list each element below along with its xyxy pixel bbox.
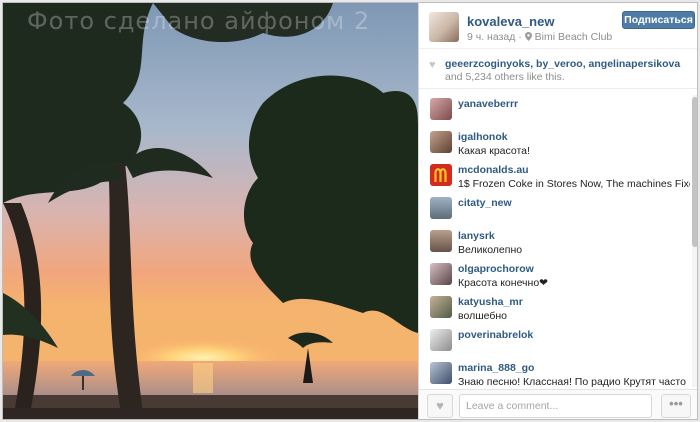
comment-item: lanysrk Великолепно: [419, 227, 691, 259]
commenter-avatar[interactable]: [430, 329, 452, 351]
commenter-username[interactable]: citaty_new: [458, 197, 512, 209]
comment-item: olgaprochorow Красота конечно❤: [419, 260, 691, 292]
comment-list[interactable]: yanaveberrr igalhonok Какая красота! mcd…: [419, 95, 691, 388]
commenter-avatar[interactable]: [430, 362, 452, 384]
commenter-avatar[interactable]: [430, 296, 452, 318]
post-viewer: Фото сделано айфоном 2 kovaleva_new 9 ч.…: [2, 2, 698, 420]
comment-text: Великолепно: [458, 244, 523, 256]
comment-item: citaty_new: [419, 194, 691, 226]
commenter-username[interactable]: olgaprochorow: [458, 263, 534, 275]
likes-count: 5,234: [465, 71, 492, 83]
post-meta: 9 ч. назад · Bimi Beach Club: [467, 31, 612, 43]
post-photo[interactable]: Фото сделано айфоном 2: [3, 3, 418, 419]
comment-item: yanaveberrr: [419, 95, 691, 127]
pin-icon: [524, 31, 535, 43]
commenter-avatar[interactable]: [430, 263, 452, 285]
heart-icon: ♥: [429, 59, 436, 71]
mcdonalds-logo-avatar[interactable]: [430, 164, 452, 186]
comment-text: волшебно: [458, 310, 507, 322]
comment-item: mcdonalds.au 1$ Frozen Coke in Stores No…: [419, 161, 691, 193]
comments-scrollbar[interactable]: [692, 95, 697, 387]
scrollbar-thumb[interactable]: [692, 97, 697, 247]
comment-item: marina_888_go Знаю песню! Классная! По р…: [419, 359, 691, 391]
commenter-avatar[interactable]: [430, 230, 452, 252]
sunset-beach-photo: [3, 3, 418, 419]
commenter-username[interactable]: marina_888_go: [458, 362, 534, 374]
photo-watermark: Фото сделано айфоном 2: [27, 7, 371, 35]
golden-arches-icon: [434, 168, 447, 182]
comment-item: katyusha_mr волшебно: [419, 293, 691, 325]
comment-bar: ♥ •••: [419, 389, 697, 419]
commenter-avatar[interactable]: [430, 197, 452, 219]
comment-text: Красота конечно❤: [458, 277, 548, 289]
commenter-username[interactable]: poverinabrelok: [458, 329, 533, 341]
more-options-button[interactable]: •••: [661, 394, 691, 418]
post-time[interactable]: 9 ч. назад: [467, 31, 515, 43]
comment-input[interactable]: [459, 394, 652, 418]
commenter-username[interactable]: yanaveberrr: [458, 98, 518, 110]
heart-icon: ♥: [436, 398, 444, 413]
author-avatar[interactable]: [429, 12, 459, 42]
commenter-username[interactable]: katyusha_mr: [458, 296, 523, 308]
likes-summary: ♥ geeerzcoginyoks, by_veroo, angelinaper…: [419, 53, 697, 89]
liker-names[interactable]: geeerzcoginyoks, by_veroo, angelinapersi…: [445, 58, 680, 70]
likes-and: and: [445, 71, 466, 83]
follow-button[interactable]: Подписаться: [622, 11, 695, 29]
commenter-avatar[interactable]: [430, 131, 452, 153]
commenter-avatar[interactable]: [430, 98, 452, 120]
likes-text: geeerzcoginyoks, by_veroo, angelinapersi…: [445, 58, 693, 84]
comment-text: Знаю песню! Классная! По радио Крутят ча…: [458, 376, 686, 388]
commenter-username[interactable]: mcdonalds.au: [458, 164, 529, 176]
comment-item: igalhonok Какая красота!: [419, 128, 691, 160]
like-button[interactable]: ♥: [427, 394, 453, 418]
commenter-username[interactable]: igalhonok: [458, 131, 508, 143]
post-header: kovaleva_new 9 ч. назад · Bimi Beach Clu…: [419, 3, 697, 49]
post-location[interactable]: Bimi Beach Club: [535, 31, 613, 43]
comment-text: Какая красота!: [458, 145, 530, 157]
author-username[interactable]: kovaleva_new: [467, 14, 554, 29]
commenter-username[interactable]: lanysrk: [458, 230, 495, 242]
comment-text: 1$ Frozen Coke in Stores Now, The machin…: [458, 178, 690, 190]
likes-suffix: others like this.: [491, 71, 565, 83]
post-sidebar: kovaleva_new 9 ч. назад · Bimi Beach Clu…: [418, 3, 697, 419]
comment-item: poverinabrelok: [419, 326, 691, 358]
